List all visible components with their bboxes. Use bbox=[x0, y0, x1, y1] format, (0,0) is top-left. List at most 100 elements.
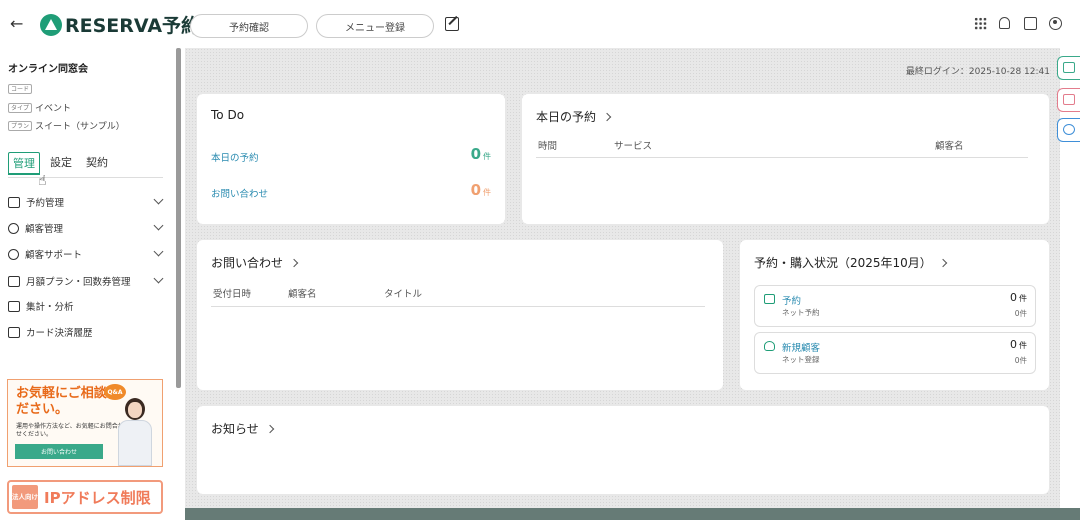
calendar-float-button[interactable] bbox=[1057, 56, 1080, 80]
back-arrow-icon[interactable]: ← bbox=[10, 14, 23, 33]
stat-sub: ネット予約 bbox=[782, 308, 820, 317]
stat-sub: ネット登録 bbox=[782, 355, 820, 364]
book-icon bbox=[1063, 94, 1075, 105]
divider bbox=[211, 306, 705, 307]
meta-code: コード bbox=[8, 84, 35, 94]
stat-label: 予約 bbox=[782, 296, 802, 307]
user-plus-icon bbox=[8, 248, 19, 260]
inquiries-title[interactable]: お問い合わせ bbox=[211, 254, 299, 271]
users-icon bbox=[8, 222, 19, 234]
help-float-button[interactable] bbox=[1057, 118, 1080, 142]
sidebar-item-card-history[interactable]: カード決済履歴 bbox=[8, 323, 164, 341]
sidebar-item-label: カード決済履歴 bbox=[26, 328, 93, 339]
chevron-right-icon bbox=[938, 258, 948, 267]
tab-contract[interactable]: 契約 bbox=[82, 152, 112, 175]
sidebar-item-analytics[interactable]: 集計・分析 bbox=[8, 297, 164, 315]
users-icon bbox=[764, 341, 775, 351]
last-login: 最終ログイン：2025-10-28 12:41 bbox=[905, 67, 1050, 77]
sidebar-item-plans[interactable]: 月額プラン・回数券管理 bbox=[8, 272, 164, 290]
status-card: 予約・購入状況（2025年10月） 予約 ネット予約 0件 0件 新規顧客 ネッ… bbox=[740, 240, 1049, 390]
sidebar: オンライン同窓会 コード タイプ イベント プラン スイート（サンプル） 管理 … bbox=[0, 48, 183, 520]
ip-restriction-banner[interactable]: 法人向け IPアドレス制限 bbox=[7, 480, 163, 514]
refresh-icon bbox=[8, 275, 20, 287]
main-content: 最終ログイン：2025-10-28 12:41 To Do 本日の予約 0件 お… bbox=[185, 48, 1060, 520]
calendar-icon bbox=[8, 196, 20, 208]
chevron-right-icon bbox=[289, 258, 299, 267]
sidebar-item-label: 集計・分析 bbox=[26, 302, 74, 313]
user-account-icon[interactable] bbox=[1049, 17, 1062, 30]
todo-title: To Do bbox=[211, 108, 245, 122]
stat-value: 0件 bbox=[1010, 338, 1027, 351]
stat-value: 0件 bbox=[1010, 291, 1027, 304]
sidebar-tabs: 管理 設定 契約 bbox=[8, 152, 118, 175]
meta-type: タイプ イベント bbox=[8, 101, 71, 114]
todo-row-reservations[interactable]: 本日の予約 0件 bbox=[211, 145, 491, 164]
stat-reservations[interactable]: 予約 ネット予約 0件 0件 bbox=[754, 285, 1036, 327]
stat-label: 新規顧客 bbox=[782, 343, 821, 354]
bell-icon[interactable] bbox=[999, 17, 1010, 29]
menu-register-button[interactable]: メニュー登録 bbox=[316, 14, 434, 38]
sidebar-item-reservations[interactable]: 予約管理 bbox=[8, 193, 164, 211]
type-tag: タイプ bbox=[8, 102, 33, 113]
column-header: 時間 bbox=[538, 141, 558, 152]
sidebar-scrollbar[interactable] bbox=[176, 48, 181, 388]
news-title[interactable]: お知らせ bbox=[211, 420, 275, 437]
window-icon bbox=[1063, 62, 1075, 73]
calendar-icon bbox=[764, 294, 775, 304]
news-card: お知らせ bbox=[197, 406, 1049, 494]
column-header: 顧客名 bbox=[935, 141, 964, 152]
tab-manage[interactable]: 管理 bbox=[8, 152, 40, 175]
today-title[interactable]: 本日の予約 bbox=[536, 108, 612, 125]
todo-row-inquiries[interactable]: お問い合わせ 0件 bbox=[211, 181, 491, 200]
manual-float-button[interactable] bbox=[1057, 88, 1080, 112]
document-icon[interactable] bbox=[1024, 17, 1037, 30]
sidebar-item-support[interactable]: 顧客サポート bbox=[8, 245, 164, 263]
tab-divider bbox=[8, 177, 163, 178]
apps-grid-icon[interactable] bbox=[974, 17, 987, 30]
plan-tag: プラン bbox=[8, 120, 33, 131]
todo-value: 0件 bbox=[470, 181, 491, 199]
support-banner[interactable]: お気軽にご相談ください。 運用や操作方法など、お気軽にお問合わせください。 お問… bbox=[7, 379, 163, 467]
chevron-right-icon bbox=[265, 424, 275, 433]
chart-icon bbox=[8, 300, 20, 312]
stat-new-customers[interactable]: 新規顧客 ネット登録 0件 0件 bbox=[754, 332, 1036, 374]
todo-label: 本日の予約 bbox=[211, 153, 259, 164]
chevron-down-icon bbox=[153, 273, 164, 284]
logo[interactable]: RESERVA予約 bbox=[40, 11, 200, 38]
stat-sub-value: 0件 bbox=[1014, 309, 1027, 318]
sidebar-item-customers[interactable]: 顧客管理 bbox=[8, 219, 164, 237]
sidebar-item-label: 月額プラン・回数券管理 bbox=[26, 277, 131, 288]
todo-value: 0件 bbox=[470, 145, 491, 163]
chevron-right-icon bbox=[602, 112, 612, 121]
support-banner-button[interactable]: お問い合わせ bbox=[15, 444, 103, 459]
status-title[interactable]: 予約・購入状況（2025年10月） bbox=[754, 254, 948, 271]
column-header: 受付日時 bbox=[213, 289, 252, 300]
todo-label: お問い合わせ bbox=[211, 189, 269, 200]
logo-mark-icon bbox=[40, 13, 62, 36]
support-person-image bbox=[114, 390, 156, 466]
bottom-bar bbox=[185, 508, 1080, 520]
inquiries-card: お問い合わせ 受付日時 顧客名 タイトル bbox=[197, 240, 723, 390]
tab-settings[interactable]: 設定 bbox=[46, 152, 76, 175]
column-header: サービス bbox=[614, 141, 653, 152]
reservation-check-button[interactable]: 予約確認 bbox=[190, 14, 308, 38]
edit-icon[interactable] bbox=[445, 17, 459, 31]
column-header: 顧客名 bbox=[288, 289, 317, 300]
card-icon bbox=[8, 326, 20, 338]
todo-card: To Do 本日の予約 0件 お問い合わせ 0件 bbox=[197, 94, 505, 224]
sidebar-item-label: 顧客管理 bbox=[25, 224, 64, 235]
stat-sub-value: 0件 bbox=[1014, 356, 1027, 365]
sidebar-item-label: 顧客サポート bbox=[25, 250, 83, 261]
sidebar-item-label: 予約管理 bbox=[26, 198, 65, 209]
chevron-down-icon bbox=[153, 246, 164, 257]
help-icon bbox=[1063, 124, 1075, 135]
chevron-down-icon bbox=[153, 194, 164, 205]
divider bbox=[536, 157, 1028, 158]
meta-plan: プラン スイート（サンプル） bbox=[8, 119, 125, 132]
ip-restriction-text: IPアドレス制限 bbox=[44, 488, 151, 507]
support-banner-sub: 運用や操作方法など、お気軽にお問合わせください。 bbox=[16, 423, 124, 438]
today-reservations-card: 本日の予約 時間 サービス 顧客名 bbox=[522, 94, 1049, 224]
corporate-badge: 法人向け bbox=[12, 485, 38, 509]
plan-value: スイート（サンプル） bbox=[35, 122, 125, 132]
chevron-down-icon bbox=[153, 220, 164, 231]
